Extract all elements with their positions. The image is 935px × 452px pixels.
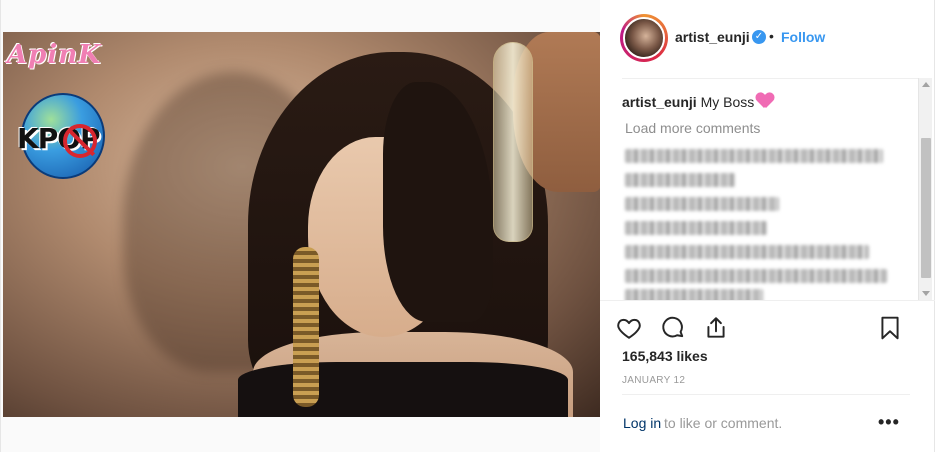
post-side-panel: artist_eunji ✓ • Follow artist_eunji My … <box>600 0 935 452</box>
avatar[interactable] <box>623 17 665 59</box>
instagram-post: ApinK KPOP artist_eunji ✓ • Follow artis… <box>0 0 935 452</box>
blurred-comment <box>625 221 767 235</box>
apink-watermark: ApinK <box>7 40 102 70</box>
comments-scrollbar[interactable] <box>918 78 932 300</box>
scroll-up-arrow-icon[interactable] <box>922 82 930 87</box>
bookmark-icon[interactable] <box>877 315 903 341</box>
blurred-comment <box>625 269 887 283</box>
pink-heart-icon <box>756 93 774 109</box>
login-prompt-text: to like or comment. <box>664 415 783 431</box>
load-more-comments-button[interactable]: Load more comments <box>625 120 760 136</box>
likes-count[interactable]: 165,843 likes <box>622 348 708 364</box>
blurred-comment <box>625 289 763 300</box>
blurred-comment <box>625 149 883 163</box>
caption-username[interactable]: artist_eunji <box>622 94 697 110</box>
heart-outline-icon[interactable] <box>616 315 642 341</box>
header-username[interactable]: artist_eunji <box>675 29 750 45</box>
blurred-comment <box>625 173 735 187</box>
scrollbar-thumb[interactable] <box>921 138 931 278</box>
post-media: ApinK KPOP <box>0 0 601 452</box>
login-prompt: Log in to like or comment. ••• <box>622 394 910 452</box>
caption: artist_eunji My Boss <box>622 91 774 110</box>
no-symbol-icon <box>63 124 97 158</box>
post-header: artist_eunji ✓ • Follow <box>600 0 935 76</box>
more-options-button[interactable]: ••• <box>878 412 900 433</box>
share-upload-icon[interactable] <box>703 315 729 341</box>
speech-bubble-icon[interactable] <box>660 315 686 341</box>
held-object-shape <box>493 42 533 242</box>
caption-text: My Boss <box>700 94 755 110</box>
earring-shape <box>293 247 319 407</box>
post-actions-bar <box>600 300 935 350</box>
avatar-story-ring[interactable] <box>620 14 668 62</box>
header-separator: • <box>769 28 774 44</box>
post-date[interactable]: JANUARY 12 <box>622 375 685 386</box>
post-photo[interactable] <box>3 32 601 417</box>
follow-button[interactable]: Follow <box>781 29 825 45</box>
comments-list[interactable]: artist_eunji My Boss Load more comments <box>622 78 918 300</box>
login-link[interactable]: Log in <box>623 415 661 431</box>
blurred-comment <box>625 245 869 259</box>
scroll-down-arrow-icon[interactable] <box>922 291 930 296</box>
verified-badge-icon: ✓ <box>752 30 766 44</box>
blurred-comment <box>625 197 779 211</box>
clothing-shape <box>238 362 568 417</box>
